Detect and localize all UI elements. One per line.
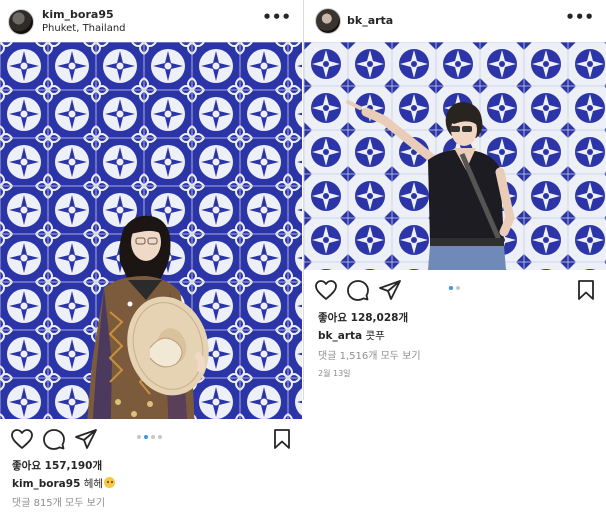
bookmark-icon bbox=[274, 429, 290, 449]
heart-icon bbox=[11, 429, 33, 449]
share-button[interactable] bbox=[378, 278, 402, 302]
comment-button[interactable] bbox=[346, 278, 370, 302]
post-bk-arta: bk_arta ••• 좋아요 128,028개 bk_arta 콧푸 댓글 1… bbox=[303, 0, 606, 400]
carousel-dot bbox=[456, 286, 460, 290]
carousel-dot-active bbox=[449, 286, 453, 290]
post-date: 2월 13일 bbox=[318, 369, 351, 378]
grinning-emoji-icon bbox=[104, 477, 116, 488]
bookmark-icon bbox=[578, 280, 594, 300]
caption-username[interactable]: bk_arta bbox=[318, 330, 362, 342]
share-button[interactable] bbox=[74, 427, 98, 451]
share-icon bbox=[75, 429, 97, 449]
caption: kim_bora95 헤헤 bbox=[12, 476, 116, 491]
action-bar bbox=[304, 276, 606, 304]
username[interactable]: kim_bora95 bbox=[42, 8, 114, 21]
tile-wall-image bbox=[0, 42, 302, 419]
location-link[interactable]: Phuket, Thailand bbox=[42, 23, 126, 34]
carousel-dot bbox=[151, 435, 155, 439]
post-header: kim_bora95 Phuket, Thailand ••• bbox=[0, 0, 303, 42]
more-horizontal-icon[interactable]: ••• bbox=[565, 10, 594, 25]
caption-username[interactable]: kim_bora95 bbox=[12, 478, 80, 490]
like-button[interactable] bbox=[10, 427, 34, 451]
post-photo[interactable] bbox=[0, 42, 302, 419]
action-bar bbox=[0, 425, 303, 453]
likes-count[interactable]: 좋아요 128,028개 bbox=[318, 310, 408, 325]
comment-icon bbox=[43, 429, 65, 450]
caption-text: 콧푸 bbox=[365, 330, 385, 342]
avatar[interactable] bbox=[8, 9, 34, 35]
caption: bk_arta 콧푸 bbox=[318, 328, 385, 343]
likes-count[interactable]: 좋아요 157,190개 bbox=[12, 458, 102, 473]
share-icon bbox=[379, 280, 401, 300]
more-horizontal-icon[interactable]: ••• bbox=[262, 10, 291, 25]
comment-icon bbox=[347, 280, 369, 301]
heart-icon bbox=[315, 280, 337, 300]
comment-button[interactable] bbox=[42, 427, 66, 451]
view-all-comments-link[interactable]: 댓글 1,516개 모두 보기 bbox=[318, 347, 421, 362]
carousel-indicator bbox=[449, 286, 460, 290]
carousel-indicator bbox=[137, 435, 162, 439]
username[interactable]: bk_arta bbox=[347, 14, 393, 27]
view-all-comments-link[interactable]: 댓글 815개 모두 보기 bbox=[12, 494, 105, 509]
tile-wall-image bbox=[304, 42, 606, 270]
save-button[interactable] bbox=[574, 278, 598, 302]
post-photo[interactable] bbox=[304, 42, 606, 270]
carousel-dot-active bbox=[144, 435, 148, 439]
post-kim-bora95: kim_bora95 Phuket, Thailand ••• 좋아요 157,… bbox=[0, 0, 303, 512]
carousel-dot bbox=[158, 435, 162, 439]
like-button[interactable] bbox=[314, 278, 338, 302]
save-button[interactable] bbox=[270, 427, 294, 451]
post-header: bk_arta ••• bbox=[304, 0, 606, 42]
carousel-dot bbox=[137, 435, 141, 439]
caption-text: 헤헤 bbox=[83, 478, 104, 490]
avatar[interactable] bbox=[315, 8, 341, 34]
